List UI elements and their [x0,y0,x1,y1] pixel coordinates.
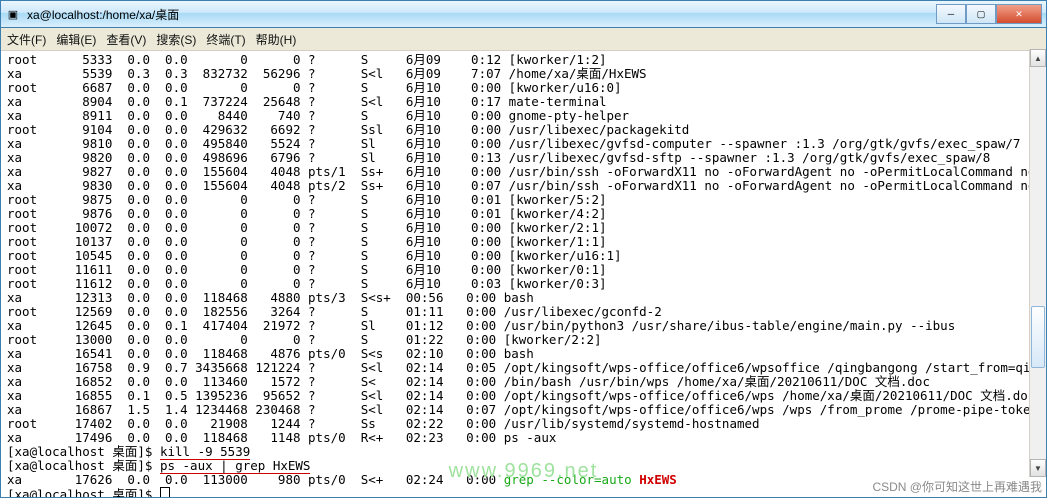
process-row: root 17402 0.0 0.0 21908 1244 ? Ss 02:22… [7,417,1040,431]
process-row: xa 9830 0.0 0.0 155604 4048 pts/2 Ss+ 6月… [7,179,1040,193]
process-row: xa 8911 0.0 0.0 8440 740 ? S 6月10 0:00 g… [7,109,1040,123]
process-row: xa 9810 0.0 0.0 495840 5524 ? Sl 6月10 0:… [7,137,1040,151]
menubar: 文件(F) 编辑(E) 查看(V) 搜索(S) 终端(T) 帮助(H) [1,28,1046,51]
process-row: xa 5539 0.3 0.3 832732 56296 ? S<l 6月09 … [7,67,1040,81]
process-row: root 10072 0.0 0.0 0 0 ? S 6月10 0:00 [kw… [7,221,1040,235]
process-row: xa 16855 0.1 0.5 1395236 95652 ? S<l 02:… [7,389,1040,403]
menu-search[interactable]: 搜索(S) [156,31,196,48]
scroll-up-button[interactable]: ▲ [1030,49,1046,67]
minimize-button[interactable]: ─ [936,4,966,24]
process-row: xa 16541 0.0 0.0 118468 4876 pts/0 S<s 0… [7,347,1040,361]
process-row: xa 12645 0.0 0.1 417404 21972 ? Sl 01:12… [7,319,1040,333]
vertical-scrollbar[interactable]: ▲ ▼ [1029,49,1046,477]
process-row: root 12569 0.0 0.0 182556 3264 ? S 01:11… [7,305,1040,319]
footer-credit: CSDN @你可知这世上再难遇我 [872,478,1042,495]
process-row: xa 9820 0.0 0.0 498696 6796 ? Sl 6月10 0:… [7,151,1040,165]
prompt-line: [xa@localhost 桌面]$ kill -9 5539 [7,445,1040,459]
window-title: xa@localhost:/home/xa/桌面 [27,6,936,23]
process-row: xa 9827 0.0 0.0 155604 4048 pts/1 Ss+ 6月… [7,165,1040,179]
process-row: xa 17496 0.0 0.0 118468 1148 pts/0 R<+ 0… [7,431,1040,445]
menu-file[interactable]: 文件(F) [7,31,46,48]
terminal-window: ▣ xa@localhost:/home/xa/桌面 ─ ▢ ✕ 文件(F) 编… [0,0,1047,498]
process-row: root 13000 0.0 0.0 0 0 ? S 01:22 0:00 [k… [7,333,1040,347]
maximize-button[interactable]: ▢ [966,4,996,24]
process-row: xa 8904 0.0 0.1 737224 25648 ? S<l 6月10 … [7,95,1040,109]
process-row: root 9104 0.0 0.0 429632 6692 ? Ssl 6月10… [7,123,1040,137]
scroll-thumb[interactable] [1031,306,1045,368]
menu-help[interactable]: 帮助(H) [256,31,297,48]
process-row: root 10137 0.0 0.0 0 0 ? S 6月10 0:00 [kw… [7,235,1040,249]
menu-view[interactable]: 查看(V) [106,31,146,48]
process-row: xa 16852 0.0 0.0 113460 1572 ? S< 02:14 … [7,375,1040,389]
app-icon: ▣ [5,6,21,22]
process-row: root 9875 0.0 0.0 0 0 ? S 6月10 0:01 [kwo… [7,193,1040,207]
process-row: xa 16758 0.9 0.7 3435668 121224 ? S<l 02… [7,361,1040,375]
process-row: root 11612 0.0 0.0 0 0 ? S 6月10 0:03 [kw… [7,277,1040,291]
process-row: root 5333 0.0 0.0 0 0 ? S 6月09 0:12 [kwo… [7,53,1040,67]
terminal-output[interactable]: root 5333 0.0 0.0 0 0 ? S 6月09 0:12 [kwo… [1,51,1046,497]
process-row: root 6687 0.0 0.0 0 0 ? S 6月10 0:00 [kwo… [7,81,1040,95]
process-row: root 9876 0.0 0.0 0 0 ? S 6月10 0:01 [kwo… [7,207,1040,221]
cursor [160,487,170,497]
menu-edit[interactable]: 编辑(E) [56,31,96,48]
process-row: xa 12313 0.0 0.0 118468 4880 pts/3 S<s+ … [7,291,1040,305]
process-row: root 10545 0.0 0.0 0 0 ? S 6月10 0:00 [kw… [7,249,1040,263]
scroll-down-button[interactable]: ▼ [1030,459,1046,477]
process-row: root 11611 0.0 0.0 0 0 ? S 6月10 0:00 [kw… [7,263,1040,277]
titlebar[interactable]: ▣ xa@localhost:/home/xa/桌面 ─ ▢ ✕ [1,1,1046,28]
prompt-line: [xa@localhost 桌面]$ ps -aux | grep HxEWS [7,459,1040,473]
window-controls: ─ ▢ ✕ [936,4,1042,24]
process-row: xa 16867 1.5 1.4 1234468 230468 ? S<l 02… [7,403,1040,417]
menu-terminal[interactable]: 终端(T) [206,31,245,48]
close-button[interactable]: ✕ [996,4,1042,24]
